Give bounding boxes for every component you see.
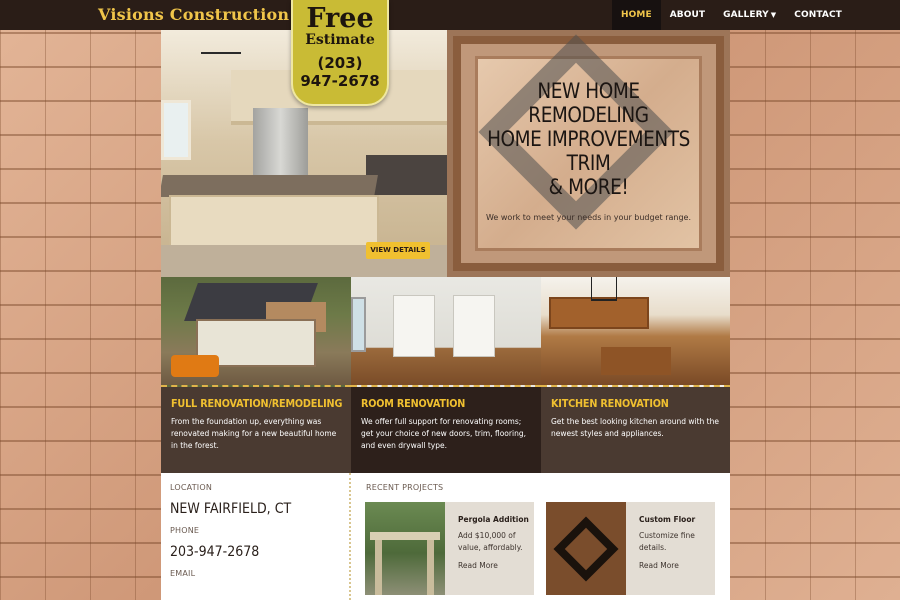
- location-value: NEW FAIRFIELD, CT: [170, 501, 292, 517]
- full-renovation-photo: [161, 277, 351, 387]
- project-title: Custom Floor: [639, 515, 696, 524]
- info-section: LOCATION NEW FAIRFIELD, CT PHONE 203-947…: [161, 473, 730, 600]
- project-title: Pergola Addition: [458, 515, 529, 524]
- nav-contact[interactable]: CONTACT: [785, 0, 851, 30]
- nav-home-label: HOME: [621, 10, 652, 20]
- service-description: We offer full support for renovating roo…: [361, 417, 526, 450]
- service-body: ROOM RENOVATION We offer full support fo…: [351, 387, 541, 473]
- read-more-link[interactable]: Read More: [639, 561, 679, 570]
- nav-home[interactable]: HOME: [612, 0, 661, 30]
- room-renovation-photo: [351, 277, 541, 387]
- project-description: Customize fine details.: [639, 531, 695, 552]
- service-description: From the foundation up, everything was r…: [171, 417, 337, 450]
- project-card-pergola[interactable]: Pergola Addition Add $10,000 of value, a…: [365, 502, 534, 595]
- service-body: FULL RENOVATION/REMODELING From the foun…: [161, 387, 351, 473]
- view-details-button[interactable]: VIEW DETAILS: [366, 242, 430, 259]
- phone-label: PHONE: [170, 526, 200, 535]
- main-content: VIEW DETAILS NEW HOME REMODELING HOME IM…: [161, 30, 730, 600]
- services-row: FULL RENOVATION/REMODELING From the foun…: [161, 277, 730, 473]
- photo-chandelier: [591, 277, 617, 301]
- photo-counter: [161, 175, 378, 197]
- nav-gallery-label: GALLERY: [723, 10, 769, 20]
- kitchen-renovation-photo: [541, 277, 730, 387]
- hero-headline: NEW HOME REMODELING HOME IMPROVEMENTS TR…: [487, 79, 690, 199]
- photo-floor-pattern: [553, 516, 619, 582]
- estimate-free-text: Free: [306, 3, 374, 34]
- service-full-renovation[interactable]: FULL RENOVATION/REMODELING From the foun…: [161, 277, 351, 473]
- photo-room-window: [351, 297, 366, 352]
- estimate-phone: (203) 947-2678: [300, 54, 380, 90]
- service-kitchen-renovation[interactable]: KITCHEN RENOVATION Get the best looking …: [541, 277, 730, 473]
- service-title: FULL RENOVATION/REMODELING: [171, 398, 343, 410]
- top-navbar: Visions Construction HOME ABOUT GALLERY ▼…: [0, 0, 900, 30]
- photo-pergola-post: [427, 540, 434, 595]
- recent-projects-heading: RECENT PROJECTS: [366, 483, 444, 492]
- photo-closet-door: [453, 295, 495, 357]
- service-title: ROOM RENOVATION: [361, 398, 466, 410]
- phone-value[interactable]: 203-947-2678: [170, 544, 323, 560]
- photo-window: [161, 100, 191, 160]
- contact-info: LOCATION NEW FAIRFIELD, CT PHONE 203-947…: [161, 473, 351, 600]
- service-title: KITCHEN RENOVATION: [551, 398, 669, 410]
- location-label: LOCATION: [170, 483, 213, 492]
- photo-closet-door: [393, 295, 435, 357]
- nav-about[interactable]: ABOUT: [661, 0, 714, 30]
- hero-subtext: We work to meet your needs in your budge…: [485, 213, 691, 222]
- photo-pergola-post: [375, 540, 382, 595]
- photo-chandelier: [201, 32, 241, 54]
- recent-projects: RECENT PROJECTS Pergola Addition Add $10…: [361, 483, 721, 600]
- photo-upper-cabinets: [549, 297, 649, 329]
- nav-gallery[interactable]: GALLERY ▼: [714, 0, 785, 30]
- main-nav: HOME ABOUT GALLERY ▼ CONTACT: [612, 0, 851, 30]
- brand-logo[interactable]: Visions Construction: [98, 5, 289, 24]
- service-room-renovation[interactable]: ROOM RENOVATION We offer full support fo…: [351, 277, 541, 473]
- photo-island: [601, 347, 671, 375]
- pergola-photo: [365, 502, 445, 595]
- custom-floor-photo: [546, 502, 626, 595]
- project-description: Add $10,000 of value, affordably.: [458, 531, 523, 552]
- photo-range: [366, 155, 447, 195]
- email-label: EMAIL: [170, 569, 196, 578]
- hero-headline-panel: NEW HOME REMODELING HOME IMPROVEMENTS TR…: [447, 30, 730, 277]
- nav-contact-label: CONTACT: [794, 10, 842, 20]
- photo-pergola-beam: [370, 532, 440, 540]
- free-estimate-badge[interactable]: Free Estimate (203) 947-2678: [291, 0, 389, 106]
- project-card-custom-floor[interactable]: Custom Floor Customize fine details. Rea…: [546, 502, 715, 595]
- nav-about-label: ABOUT: [669, 10, 706, 20]
- caret-down-icon: ▼: [770, 11, 777, 19]
- photo-island: [169, 195, 379, 250]
- estimate-label: Estimate: [305, 32, 375, 48]
- read-more-link[interactable]: Read More: [458, 561, 498, 570]
- service-body: KITCHEN RENOVATION Get the best looking …: [541, 387, 730, 473]
- photo-excavator: [171, 355, 219, 377]
- service-description: Get the best looking kitchen around with…: [551, 417, 719, 438]
